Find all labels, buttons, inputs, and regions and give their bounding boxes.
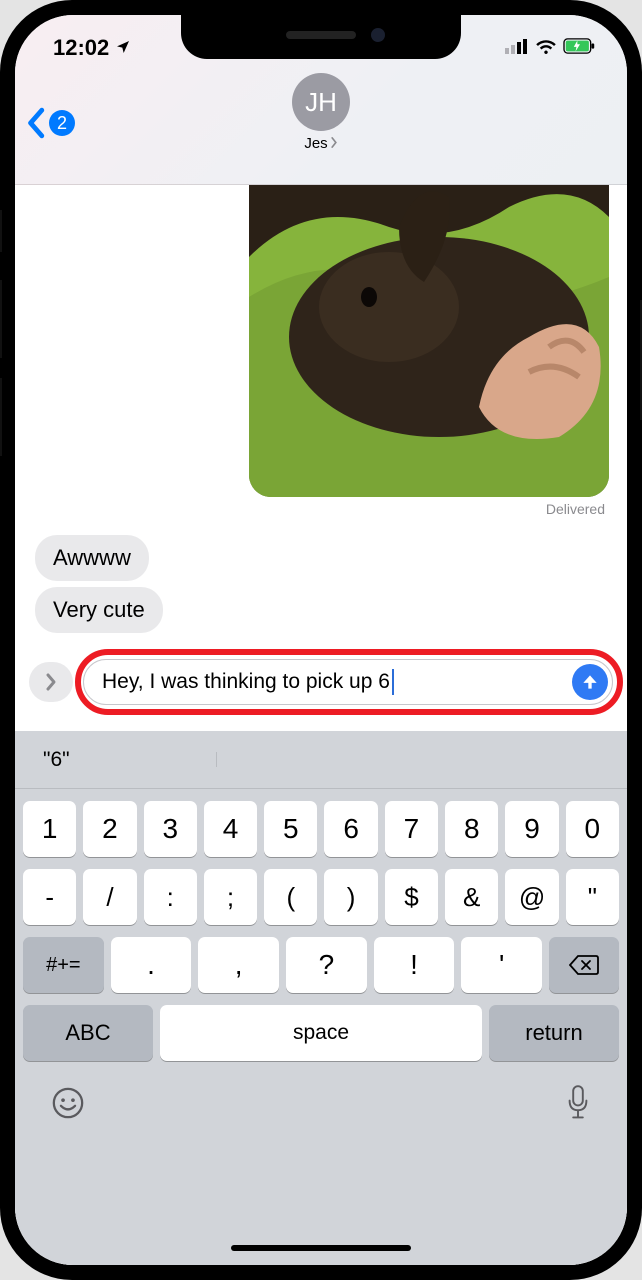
key[interactable]: $	[385, 869, 438, 925]
home-indicator[interactable]	[231, 1245, 411, 1251]
chevron-right-icon	[43, 672, 59, 692]
key[interactable]: !	[374, 937, 455, 993]
key[interactable]: 9	[505, 801, 558, 857]
key[interactable]: 1	[23, 801, 76, 857]
abc-key[interactable]: ABC	[23, 1005, 153, 1061]
key[interactable]: 8	[445, 801, 498, 857]
key[interactable]: ?	[286, 937, 367, 993]
keyboard-row-2: - / : ; ( ) $ & @ "	[15, 869, 627, 925]
key[interactable]: 5	[264, 801, 317, 857]
received-message[interactable]: Awwww	[35, 535, 149, 581]
sent-image-message[interactable]	[249, 137, 609, 497]
emoji-button[interactable]	[51, 1086, 85, 1125]
key[interactable]: "	[566, 869, 619, 925]
key[interactable]: :	[144, 869, 197, 925]
key[interactable]: /	[83, 869, 136, 925]
cellular-icon	[505, 38, 529, 59]
status-time: 12:02	[53, 35, 109, 61]
unread-badge: 2	[49, 110, 75, 136]
avatar: JH	[292, 73, 350, 131]
symbols-key[interactable]: #+=	[23, 937, 104, 993]
send-button[interactable]	[572, 664, 608, 700]
message-input-text: Hey, I was thinking to pick up 6	[102, 670, 390, 694]
key[interactable]: .	[111, 937, 192, 993]
key[interactable]: -	[23, 869, 76, 925]
backspace-key[interactable]	[549, 937, 619, 993]
delivery-status: Delivered	[546, 501, 605, 517]
space-key[interactable]: space	[160, 1005, 482, 1061]
smile-icon	[51, 1086, 85, 1120]
received-message[interactable]: Very cute	[35, 587, 163, 633]
return-key[interactable]: return	[489, 1005, 619, 1061]
keyboard: "6" 1 2 3 4 5 6 7 8 9 0 -	[15, 731, 627, 1265]
suggestion-bar: "6"	[15, 731, 627, 789]
back-button[interactable]: 2	[27, 107, 75, 139]
contact-info[interactable]: JH Jes	[15, 73, 627, 152]
key[interactable]: 4	[204, 801, 257, 857]
key[interactable]: @	[505, 869, 558, 925]
key[interactable]: ,	[198, 937, 279, 993]
apps-toggle-button[interactable]	[29, 662, 73, 702]
keyboard-row-3: #+= . , ? ! '	[15, 937, 627, 993]
location-icon	[115, 35, 131, 61]
keyboard-row-4: ABC space return	[15, 1005, 627, 1061]
key[interactable]: 6	[324, 801, 377, 857]
key[interactable]: ;	[204, 869, 257, 925]
dictation-button[interactable]	[565, 1085, 591, 1126]
compose-bar: Hey, I was thinking to pick up 6	[29, 649, 613, 715]
message-input[interactable]: Hey, I was thinking to pick up 6	[83, 659, 613, 705]
key[interactable]: 0	[566, 801, 619, 857]
chevron-right-icon	[330, 135, 338, 152]
chevron-left-icon	[27, 107, 47, 139]
backspace-icon	[569, 954, 599, 976]
battery-icon	[563, 38, 597, 59]
wifi-icon	[535, 38, 557, 59]
key[interactable]: &	[445, 869, 498, 925]
key[interactable]: (	[264, 869, 317, 925]
arrow-up-icon	[580, 672, 600, 692]
key[interactable]: 2	[83, 801, 136, 857]
key[interactable]: '	[461, 937, 542, 993]
suggestion[interactable]: "6"	[15, 748, 217, 772]
microphone-icon	[565, 1085, 591, 1121]
key[interactable]: )	[324, 869, 377, 925]
key[interactable]: 3	[144, 801, 197, 857]
messages-list[interactable]: Delivered Awwww Very cute Hey, I was thi…	[15, 185, 627, 1265]
keyboard-row-1: 1 2 3 4 5 6 7 8 9 0	[15, 801, 627, 857]
text-cursor	[392, 669, 394, 695]
key[interactable]: 7	[385, 801, 438, 857]
contact-name-label: Jes	[304, 135, 327, 152]
